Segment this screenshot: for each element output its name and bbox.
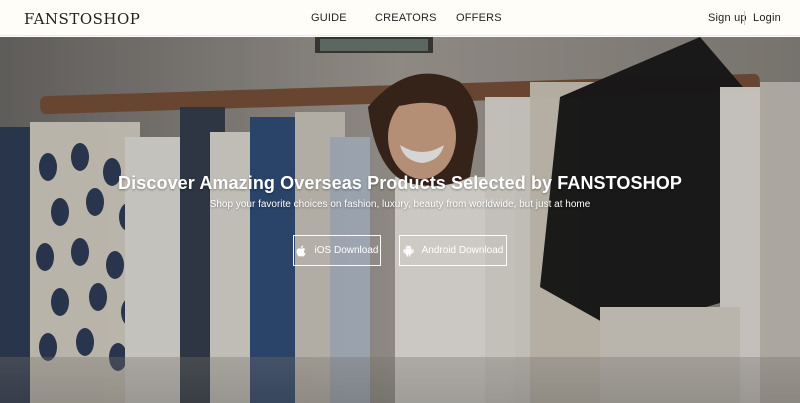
android-download-label: Android Download (421, 245, 504, 256)
login-link[interactable]: Login (753, 11, 781, 25)
ios-download-label: iOS Download (314, 245, 379, 256)
top-navigation-bar: FANSTOSHOP GUIDE CREATORS OFFERS Sign up… (0, 0, 800, 36)
nav-link-offers[interactable]: OFFERS (456, 11, 502, 25)
hero-headline: Discover Amazing Overseas Products Selec… (118, 173, 682, 193)
hero-dim-overlay (0, 37, 800, 403)
ios-download-button[interactable]: iOS Download (293, 235, 381, 266)
nav-link-guide[interactable]: GUIDE (311, 11, 347, 25)
nav-link-creators[interactable]: CREATORS (375, 11, 437, 25)
hero-banner: Discover Amazing Overseas Products Selec… (0, 37, 800, 403)
main-nav: GUIDE CREATORS OFFERS Sign up Login (0, 11, 800, 25)
hero-subline: Shop your favorite choices on fashion, l… (209, 199, 591, 210)
apple-icon (296, 245, 305, 257)
auth-divider (744, 11, 745, 25)
android-icon (403, 244, 414, 257)
signup-link[interactable]: Sign up (708, 11, 747, 25)
android-download-button[interactable]: Android Download (399, 235, 507, 266)
